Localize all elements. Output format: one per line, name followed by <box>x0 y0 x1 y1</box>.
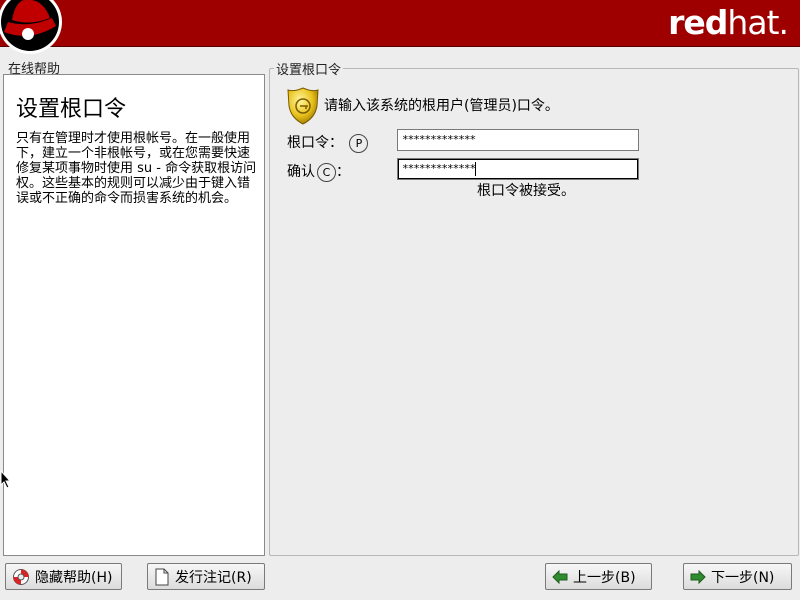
text-cursor <box>475 162 477 176</box>
document-icon <box>154 568 170 586</box>
password-label: 根口令： P <box>287 132 369 153</box>
password-mnemonic: P <box>349 134 369 153</box>
root-password-group-label: 设置根口令 <box>274 59 344 78</box>
confirm-password-field[interactable]: ************* <box>397 158 639 180</box>
password-status: 根口令被接受。 <box>477 183 575 199</box>
root-password-field[interactable]: ************* <box>397 129 639 151</box>
password-prompt: 请输入该系统的根用户(管理员)口令。 <box>324 98 559 114</box>
top-banner: redhat. <box>0 0 800 54</box>
redhat-logo-icon <box>0 0 62 54</box>
hide-help-button[interactable]: 隐藏帮助(H) <box>5 563 122 590</box>
help-panel[interactable]: 设置根口令 只有在管理时才使用根帐号。在一般使用下，建立一个非根帐号，或在您需要… <box>3 74 265 556</box>
next-button[interactable]: 下一步(N) <box>683 563 792 590</box>
left-arrow-icon <box>552 569 568 584</box>
confirm-label: 确认 C： <box>287 163 350 182</box>
right-arrow-icon <box>690 569 706 584</box>
brand-wordmark: redhat. <box>668 3 789 42</box>
help-title: 设置根口令 <box>16 97 127 122</box>
release-notes-button[interactable]: 发行注记(R) <box>147 563 265 590</box>
confirm-mnemonic: C <box>317 163 336 182</box>
help-text: 只有在管理时才使用根帐号。在一般使用下，建立一个非根帐号，或在您需要快速修复某项… <box>16 131 257 206</box>
back-button[interactable]: 上一步(B) <box>545 563 652 590</box>
mouse-pointer-icon <box>0 470 12 489</box>
lifebuoy-icon <box>12 568 30 586</box>
gold-shield-key-icon <box>287 87 319 125</box>
